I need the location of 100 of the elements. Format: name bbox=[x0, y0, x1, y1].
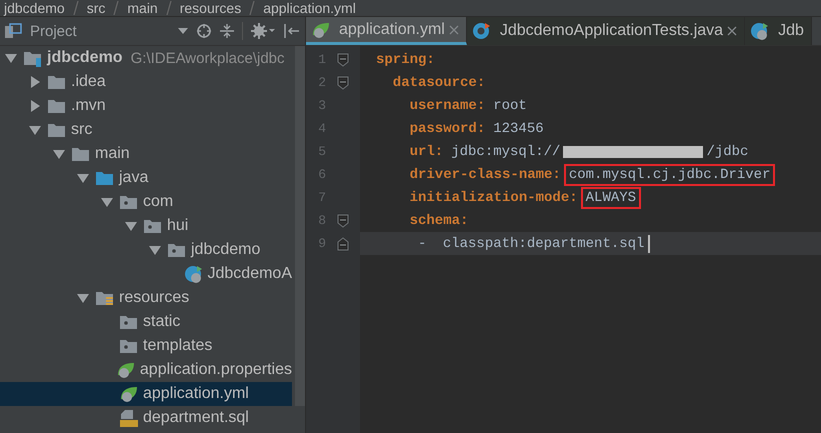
tree-item-label: jdbcdemo bbox=[47, 49, 123, 67]
yaml-key: spring: bbox=[376, 52, 435, 68]
tree-item[interactable]: main bbox=[0, 142, 292, 166]
tree-item-label: application.properties bbox=[140, 361, 292, 379]
close-icon[interactable] bbox=[727, 26, 738, 36]
collapsed-arrow-icon[interactable] bbox=[29, 100, 41, 112]
dropdown-caret-icon[interactable] bbox=[178, 28, 188, 34]
leaf-class-icon bbox=[750, 22, 770, 40]
tree-item[interactable]: com bbox=[0, 190, 292, 214]
tree-item-label: department.sql bbox=[143, 409, 249, 427]
tree-item[interactable]: department.sql bbox=[0, 406, 292, 430]
expanded-arrow-icon[interactable] bbox=[5, 52, 17, 64]
tree-item-label: com bbox=[143, 193, 174, 211]
tree-item-label: main bbox=[95, 145, 130, 163]
target-icon[interactable] bbox=[196, 23, 212, 39]
tree-item-label: .mvn bbox=[71, 97, 106, 115]
breadcrumb-item[interactable]: application.yml bbox=[263, 0, 356, 16]
fold-start-icon[interactable] bbox=[337, 52, 349, 66]
scrollbar[interactable] bbox=[295, 46, 305, 406]
close-icon[interactable] bbox=[448, 24, 459, 34]
breadcrumb-item[interactable]: main bbox=[127, 0, 158, 16]
tree-item-label: application.yml bbox=[143, 385, 249, 403]
separator-icon bbox=[249, 1, 256, 15]
collapse-icon[interactable] bbox=[220, 23, 234, 39]
source-folder-icon bbox=[95, 169, 115, 187]
yaml-key: schema: bbox=[376, 212, 468, 228]
breadcrumb-item[interactable]: resources bbox=[180, 0, 242, 16]
leaf-class-icon bbox=[184, 265, 204, 283]
module-path: G:\IDEAworkplace\jdbc bbox=[130, 50, 285, 66]
tree-item[interactable]: static bbox=[0, 310, 292, 334]
expanded-arrow-icon[interactable] bbox=[77, 172, 89, 184]
yaml-key: initialization-mode: bbox=[376, 190, 578, 206]
text-cursor bbox=[648, 234, 650, 252]
package-folder-icon bbox=[119, 193, 139, 211]
module-folder-icon bbox=[23, 49, 43, 67]
tree-item-label: static bbox=[143, 313, 180, 331]
expanded-arrow-icon[interactable] bbox=[149, 244, 161, 256]
tree-item[interactable]: application.yml bbox=[0, 382, 292, 406]
tree-item[interactable]: java bbox=[0, 166, 292, 190]
tree-item[interactable]: .mvn bbox=[0, 94, 292, 118]
editor-tab[interactable]: JdbcdemoApplicationTests.java bbox=[466, 17, 746, 45]
tree-item[interactable]: .idea bbox=[0, 70, 292, 94]
yaml-key: username: bbox=[376, 98, 486, 114]
separator-icon bbox=[166, 1, 172, 15]
separator-icon bbox=[72, 1, 79, 15]
tree-item[interactable]: JdbcdemoA bbox=[0, 262, 292, 286]
yaml-value: root bbox=[492, 96, 528, 114]
tree-item-label: src bbox=[71, 121, 92, 139]
breadcrumb-item[interactable]: jdbcdemo bbox=[4, 0, 65, 16]
highlighted-value: ALWAYS bbox=[582, 188, 640, 206]
tree-item[interactable]: jdbcdemo G:\IDEAworkplace\jdbc bbox=[0, 46, 292, 70]
yaml-key: password: bbox=[376, 120, 486, 136]
tree-item[interactable]: hui bbox=[0, 214, 292, 238]
tree-item[interactable]: resources bbox=[0, 286, 292, 310]
class-icon bbox=[472, 22, 492, 40]
yaml-key: - bbox=[376, 236, 435, 252]
panel-title[interactable]: Project bbox=[30, 22, 77, 40]
tree-item[interactable]: jdbcdemo bbox=[0, 238, 292, 262]
folder-icon bbox=[47, 97, 67, 115]
editor-tab[interactable]: application.yml bbox=[306, 17, 467, 45]
hide-panel-icon[interactable] bbox=[283, 23, 299, 39]
package-folder-icon bbox=[143, 217, 163, 235]
tree-item[interactable]: src bbox=[0, 118, 292, 142]
breadcrumb-item[interactable]: src bbox=[86, 0, 106, 16]
yaml-value: /jdbc bbox=[705, 142, 750, 160]
fold-end-icon[interactable] bbox=[337, 236, 349, 250]
tree-item-label: java bbox=[119, 169, 148, 187]
highlighted-value: com.mysql.cj.jdbc.Driver bbox=[566, 166, 774, 184]
folder-icon bbox=[47, 121, 67, 139]
folder-icon bbox=[47, 73, 67, 91]
separator-icon bbox=[113, 1, 120, 15]
yaml-value: 123456 bbox=[492, 120, 545, 138]
tree-item-label: jdbcdemo bbox=[191, 241, 260, 259]
sql-file-icon bbox=[119, 409, 139, 427]
fold-start-icon[interactable] bbox=[337, 76, 349, 90]
resources-folder-icon bbox=[95, 289, 115, 307]
panel-icon bbox=[4, 23, 22, 39]
expanded-arrow-icon[interactable] bbox=[53, 148, 65, 160]
yaml-key: datasource: bbox=[376, 74, 486, 90]
expanded-arrow-icon[interactable] bbox=[125, 220, 137, 232]
yaml-value: classpath:department.sql bbox=[442, 234, 646, 252]
yaml-value: jdbc:mysql:// bbox=[450, 142, 562, 160]
collapsed-arrow-icon[interactable] bbox=[29, 76, 41, 88]
folder-icon bbox=[71, 145, 91, 163]
package-folder-icon bbox=[167, 241, 187, 259]
expanded-arrow-icon[interactable] bbox=[77, 292, 89, 304]
settings-icon[interactable] bbox=[251, 23, 275, 39]
tree-item[interactable]: templates bbox=[0, 334, 292, 358]
package-folder-icon bbox=[119, 313, 139, 331]
tree-item-label: hui bbox=[167, 217, 188, 235]
expanded-arrow-icon[interactable] bbox=[29, 124, 41, 136]
leaf-file-icon bbox=[119, 385, 139, 403]
tree-item-label: templates bbox=[143, 337, 212, 355]
tree-item[interactable]: application.properties bbox=[0, 358, 292, 382]
yaml-key: url: bbox=[376, 144, 444, 160]
expanded-arrow-icon[interactable] bbox=[101, 196, 113, 208]
editor-tab[interactable]: Jdb bbox=[745, 17, 812, 45]
fold-start-icon[interactable] bbox=[337, 214, 349, 228]
package-folder-icon bbox=[119, 337, 139, 355]
tree-item-label: .idea bbox=[71, 73, 106, 91]
